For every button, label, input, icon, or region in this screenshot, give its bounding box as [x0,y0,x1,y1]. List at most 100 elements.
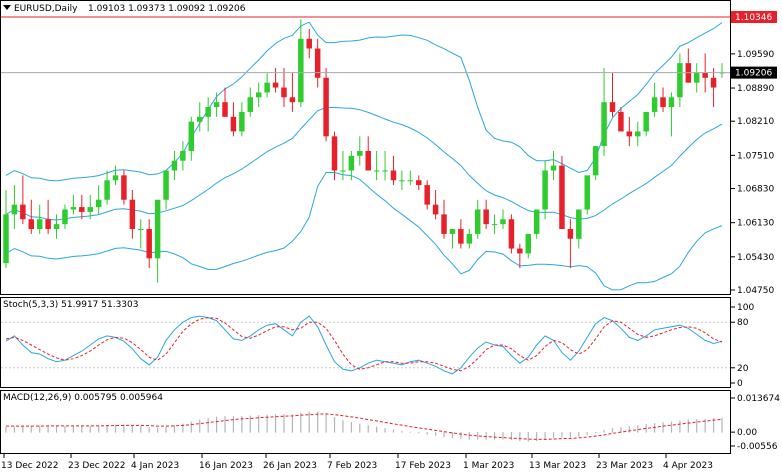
candle-body [289,97,296,103]
candle-body [508,219,515,249]
stoch-label: Stoch(5,3,3) 51.9917 51.3303 [3,300,138,310]
candle-body [601,102,607,147]
candle-body [399,180,405,182]
candle-body [710,77,717,88]
candle-body [525,233,531,254]
candle-body [11,204,18,215]
stoch-tick-label: 0 [737,379,743,389]
price-tick-label: 1.06130 [737,219,774,229]
candle-body [62,209,68,225]
macd-tick-label: -0.00556 [737,442,778,452]
candle-body [449,229,456,234]
candle-body [702,72,708,78]
candle-body [693,72,700,83]
candle-body [483,209,489,225]
candle-body [373,170,380,172]
candle-body [542,170,548,210]
candle-body [264,82,270,93]
time-tick-label: 26 Jan 2023 [263,461,317,471]
time-tick-label: 23 Dec 2022 [68,461,126,471]
time-tick-label: 1 Mar 2023 [463,461,514,471]
candle-body [146,229,152,259]
stoch-tick-label: 100 [737,303,754,313]
stoch-panel[interactable] [0,297,731,388]
macd-label: MACD(12,26,9) 0.005795 0.005964 [3,393,163,403]
candle-body [45,219,51,230]
candle-body [533,209,540,234]
candle-body [3,214,9,264]
candle-body [592,146,599,176]
time-tick-label: 4 Apr 2023 [663,461,713,471]
candle-body [70,207,77,210]
macd-tick-label: 0.00 [737,428,757,438]
price-tick-label: 1.06830 [737,185,774,195]
candle-body [550,165,557,171]
macd-tick-label: 0.013674 [737,394,780,404]
candle-body [651,97,658,112]
candle-body [559,165,565,230]
candle-body [205,107,211,117]
current-price-label: 1.09206 [735,69,772,79]
price-tick-label: 1.09590 [737,50,774,60]
candle-body [576,209,582,239]
price-tick-label: 1.05430 [737,253,774,263]
candle-body [95,199,102,208]
candle-body [87,207,93,212]
candle-body [314,48,321,78]
candle-body [171,160,178,171]
time-tick-label: 7 Feb 2023 [327,461,377,471]
candle-body [104,180,110,200]
candle-body [188,121,195,151]
price-axis: 1.09590 1.08890 1.08210 1.07510 1.06830 1.061… [731,50,774,296]
trading-chart[interactable]: EURUSD,Daily 1.09103 1.09373 1.09092 1.0… [0,0,782,474]
candle-body [306,38,312,49]
ohlc-readout: 1.09103 1.09373 1.09092 1.09206 [88,4,246,14]
resistance-price-label: 1.10346 [735,13,772,23]
candle-body [230,116,237,132]
candle-body [79,207,85,212]
candle-body [668,97,675,108]
candle-body [298,38,304,103]
candle-body [626,131,633,137]
candle-body [348,155,355,171]
price-tick-label: 1.08210 [737,117,774,127]
candle-body [28,219,35,230]
time-tick-label: 13 Mar 2023 [529,461,586,471]
candle-body [323,77,329,137]
candle-body [331,136,338,171]
candle-body [677,63,683,98]
symbol-title: EURUSD,Daily [14,4,78,14]
time-tick-label: 23 Mar 2023 [596,461,653,471]
stoch-tick-label: 20 [737,364,749,374]
candle-body [272,82,279,88]
time-tick-label: 16 Jan 2023 [199,461,253,471]
candle-body [247,97,254,112]
candle-body [180,150,186,161]
candle-body [163,170,169,200]
candle-body [458,229,464,244]
candle-body [491,224,498,226]
candle-body [407,180,414,182]
candle-body [416,180,422,186]
time-tick-label: 4 Jan 2023 [131,461,179,471]
candle-body [154,199,161,259]
candle-body [53,224,60,230]
candle-body [618,111,624,132]
candle-body [255,92,262,98]
candle-body [500,219,506,225]
stoch-tick-label: 80 [737,318,749,328]
candle-body [441,214,447,234]
candle-body [281,87,287,98]
candle-body [517,248,523,254]
time-axis: 13 Dec 2022 23 Dec 2022 4 Jan 2023 16 Jan 2… [1,454,713,471]
candle-body [382,170,388,172]
candle-body [222,102,228,117]
price-tick-label: 1.04750 [737,286,774,296]
candle-body [609,102,616,112]
candle-body [466,233,473,244]
candle-body [129,199,136,230]
candle-body [390,170,397,181]
price-tick-label: 1.07510 [737,151,774,161]
candle-body [340,170,346,172]
macd-axis: 0.013674 0.00 -0.00556 [731,394,780,452]
